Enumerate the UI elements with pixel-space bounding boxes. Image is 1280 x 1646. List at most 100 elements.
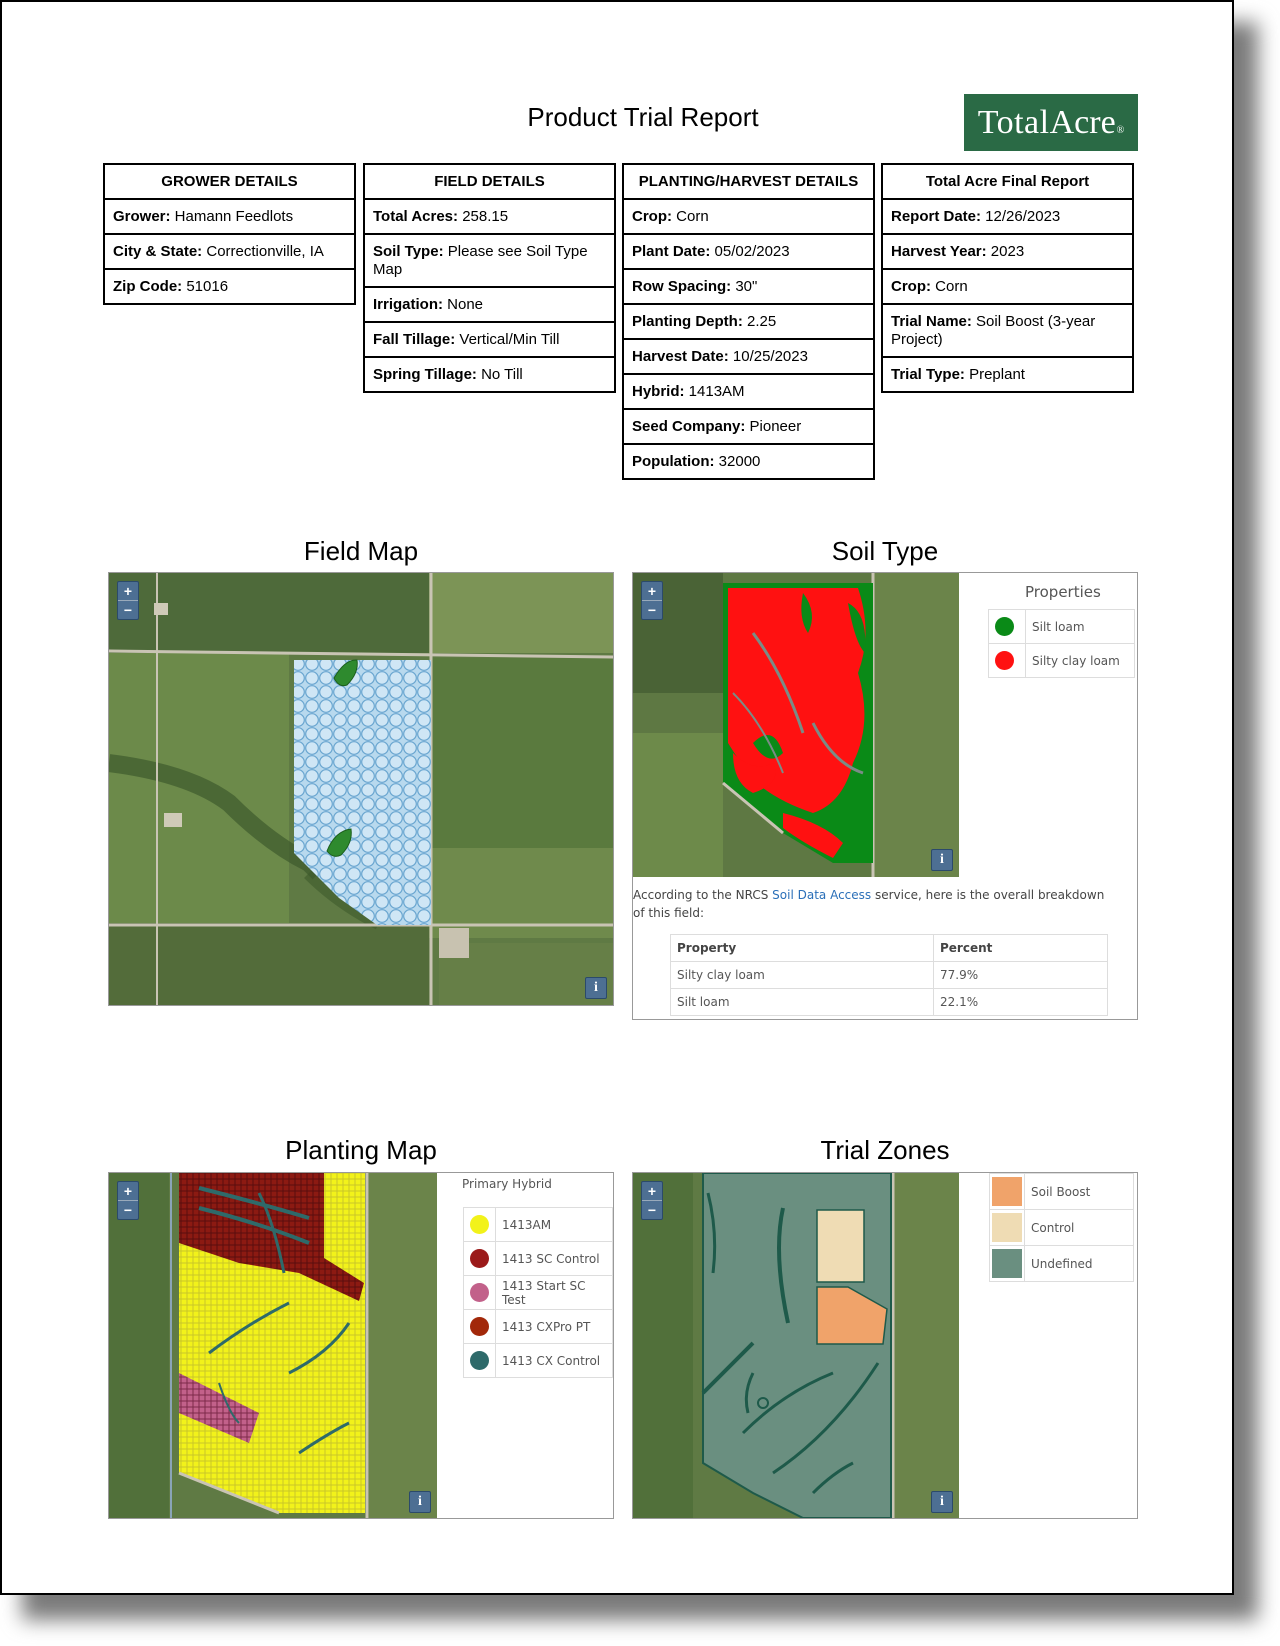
trial-zones-info-icon[interactable]: i: [931, 1491, 953, 1513]
final-crop-row: Crop: Corn: [883, 270, 1132, 305]
logo-text-acre: Acre: [1049, 103, 1116, 141]
planting-map-svg: [109, 1173, 437, 1518]
soil-legend-item: Silty clay loam: [988, 643, 1135, 678]
silty-clay-loam-swatch: [995, 651, 1014, 670]
soil-type-panel: + − i Properties Silt loam Silty clay lo…: [632, 572, 1138, 1020]
trial-zones-title: Trial Zones: [820, 1135, 950, 1165]
soil-map-image[interactable]: + − i: [633, 573, 959, 877]
soil-legend-item: Silt loam: [988, 609, 1135, 644]
trial-zones-legend: Soil Boost Control Undefined: [989, 1173, 1134, 1282]
zones-legend-item: Control: [989, 1209, 1134, 1246]
trial-zones-zoom-in-button[interactable]: +: [642, 1182, 662, 1201]
planting-map-zoom-in-button[interactable]: +: [118, 1182, 138, 1201]
seed-company-row: Seed Company: Pioneer: [624, 410, 873, 445]
soil-map-zoom-out-button[interactable]: −: [642, 601, 662, 619]
soil-legend-label: Silt loam: [1025, 609, 1135, 644]
property-column-header: Property: [670, 934, 934, 962]
sc-control-swatch: [470, 1249, 489, 1268]
soil-table-header-row: Property Percent: [670, 934, 1108, 962]
field-map-title: Field Map: [303, 536, 419, 566]
trial-type-row: Trial Type: Preplant: [891, 366, 1025, 383]
city-state-row: City & State: Correctionville, IA: [105, 235, 354, 270]
undefined-swatch: [992, 1249, 1022, 1278]
zip-code-row: Zip Code: 51016: [113, 278, 229, 295]
soil-boost-swatch: [992, 1177, 1022, 1206]
cxpro-pt-swatch: [470, 1317, 489, 1336]
final-report-header: Total Acre Final Report: [883, 165, 1132, 200]
grower-details-header: GROWER DETAILS: [105, 165, 354, 200]
trial-zones-zoom-out-button[interactable]: −: [642, 1201, 662, 1219]
field-map-image[interactable]: + − i: [109, 573, 613, 1005]
hybrid-row: Hybrid: 1413AM: [624, 375, 873, 410]
trial-zones-zoom-control: + −: [641, 1181, 663, 1220]
report-date-row: Report Date: 12/26/2023: [883, 200, 1132, 235]
planting-depth-row: Planting Depth: 2.25: [624, 305, 873, 340]
planting-map-panel: + − i Primary Hybrid 1413AM 1413 SC Cont…: [108, 1172, 614, 1519]
planting-map-zoom-control: + −: [117, 1181, 139, 1220]
soil-map-zoom-control: + −: [641, 581, 663, 620]
fall-tillage-row: Fall Tillage: Vertical/Min Till: [365, 323, 614, 358]
trial-zones-image[interactable]: + − i: [633, 1173, 959, 1518]
total-acres-row: Total Acres: 258.15: [365, 200, 614, 235]
planting-map-info-icon[interactable]: i: [409, 1491, 431, 1513]
planting-legend-item: 1413 CX Control: [463, 1343, 613, 1378]
grower-row: Grower: Hamann Feedlots: [105, 200, 354, 235]
soil-legend: Silt loam Silty clay loam: [988, 609, 1135, 678]
field-map-info-icon[interactable]: i: [585, 977, 607, 999]
soil-type-title: Soil Type: [831, 536, 939, 566]
field-details-box: FIELD DETAILS Total Acres: 258.15 Soil T…: [363, 163, 616, 393]
trial-name-row: Trial Name: Soil Boost (3-year Project): [883, 305, 1132, 358]
planting-legend-title: Primary Hybrid: [462, 1177, 552, 1191]
planting-map-zoom-out-button[interactable]: −: [118, 1201, 138, 1219]
planting-legend-item: 1413AM: [463, 1207, 613, 1242]
soil-data-access-link[interactable]: Soil Data Access: [772, 888, 871, 902]
final-report-box: Total Acre Final Report Report Date: 12/…: [881, 163, 1134, 393]
silt-loam-swatch: [995, 617, 1014, 636]
soil-legend-title: Properties: [1025, 583, 1101, 601]
cx-control-swatch: [470, 1351, 489, 1370]
soil-map-info-icon[interactable]: i: [931, 849, 953, 871]
percent-column-header: Percent: [933, 934, 1108, 962]
control-swatch: [992, 1213, 1022, 1242]
spring-tillage-row: Spring Tillage: No Till: [373, 366, 523, 383]
field-map-zoom-in-button[interactable]: +: [118, 582, 138, 601]
crop-row: Crop: Corn: [624, 200, 873, 235]
soil-type-row: Soil Type: Please see Soil Type Map: [365, 235, 614, 288]
soil-note: According to the NRCS Soil Data Access s…: [633, 888, 1105, 920]
zones-legend-item: Soil Boost: [989, 1173, 1134, 1210]
grower-details-box: GROWER DETAILS Grower: Hamann Feedlots C…: [103, 163, 356, 305]
planting-harvest-header: PLANTING/HARVEST DETAILS: [624, 165, 873, 200]
soil-map-svg: [633, 573, 959, 877]
planting-legend-item: 1413 CXPro PT: [463, 1309, 613, 1344]
soil-legend-label: Silty clay loam: [1025, 643, 1135, 678]
trial-zones-panel: + − i Soil Boost Control Undefined: [632, 1172, 1138, 1519]
table-row: Silt loam 22.1%: [670, 988, 1108, 1016]
logo-text-total: Total: [977, 103, 1050, 141]
planting-legend-item: 1413 Start SC Test: [463, 1275, 613, 1310]
planting-legend: 1413AM 1413 SC Control 1413 Start SC Tes…: [463, 1207, 613, 1378]
report-page: Product Trial Report Total Acre ® GROWER D…: [0, 0, 1234, 1595]
trial-zones-svg: [633, 1173, 959, 1518]
harvest-year-row: Harvest Year: 2023: [883, 235, 1132, 270]
planting-harvest-box: PLANTING/HARVEST DETAILS Crop: Corn Plan…: [622, 163, 875, 480]
field-map-svg: [109, 573, 613, 1005]
field-map-zoom-out-button[interactable]: −: [118, 601, 138, 619]
planting-map-title: Planting Map: [285, 1135, 437, 1165]
population-row: Population: 32000: [632, 453, 761, 470]
planting-map-image[interactable]: + − i: [109, 1173, 437, 1518]
total-acre-logo: Total Acre ®: [964, 94, 1138, 151]
soil-map-zoom-in-button[interactable]: +: [642, 582, 662, 601]
table-row: Silty clay loam 77.9%: [670, 961, 1108, 989]
logo-registered-mark: ®: [1116, 125, 1125, 136]
start-sc-test-swatch: [470, 1283, 489, 1302]
zones-legend-item: Undefined: [989, 1245, 1134, 1282]
planting-legend-item: 1413 SC Control: [463, 1241, 613, 1276]
harvest-date-row: Harvest Date: 10/25/2023: [624, 340, 873, 375]
row-spacing-row: Row Spacing: 30": [624, 270, 873, 305]
hybrid-1413am-swatch: [470, 1215, 489, 1234]
field-map-panel: + − i: [108, 572, 614, 1006]
field-details-header: FIELD DETAILS: [365, 165, 614, 200]
plant-date-row: Plant Date: 05/02/2023: [624, 235, 873, 270]
irrigation-row: Irrigation: None: [365, 288, 614, 323]
soil-breakdown-table: Property Percent Silty clay loam 77.9% S…: [670, 934, 1108, 1016]
